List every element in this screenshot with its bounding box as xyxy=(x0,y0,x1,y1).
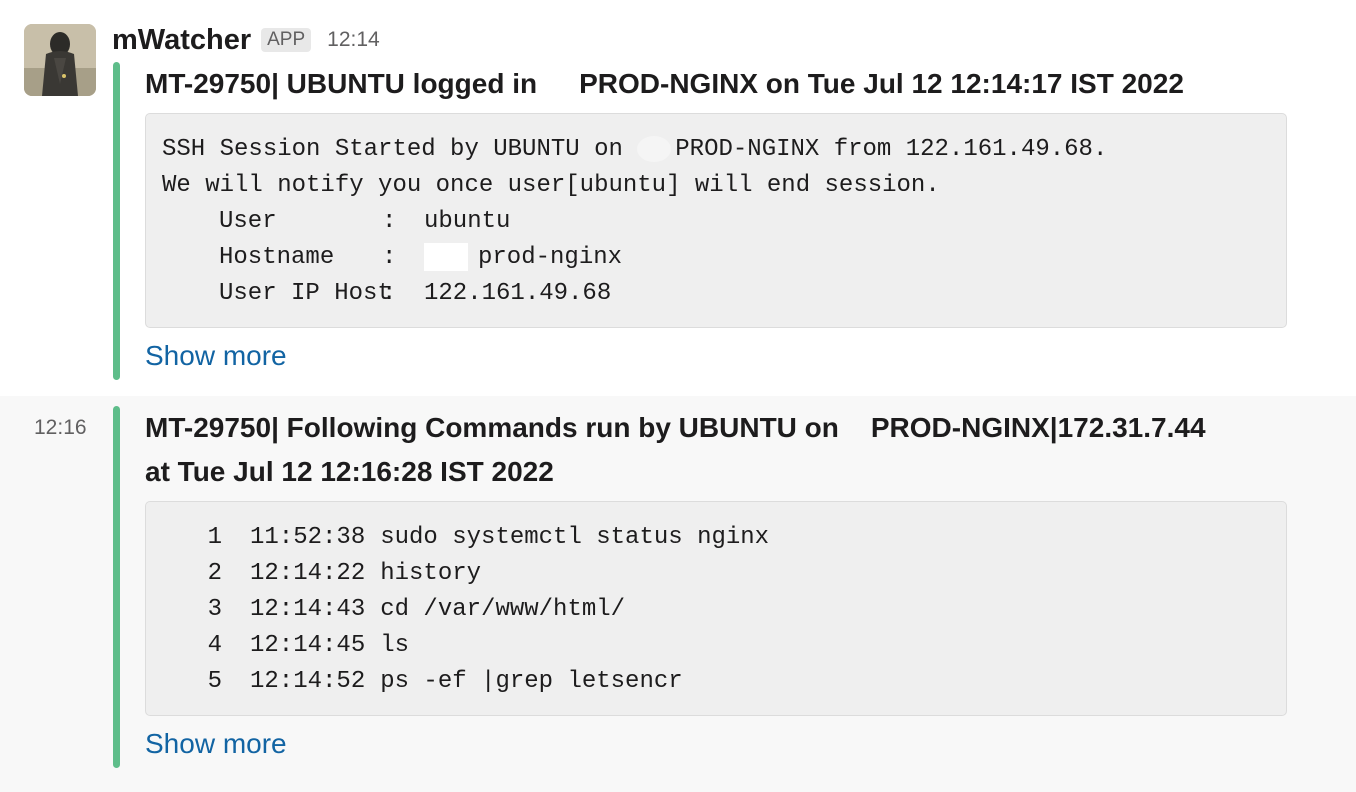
sender-name[interactable]: mWatcher xyxy=(112,24,251,57)
command-row: 1 11:52:38 sudo systemctl status nginx xyxy=(162,520,1286,556)
attachment-title: MT-29750| UBUNTU logged in PROD-NGINX on … xyxy=(145,62,1325,106)
command-text: cd /var/www/html/ xyxy=(380,596,626,623)
message-header: mWatcher APP 12:14 xyxy=(112,20,380,60)
command-time: 12:14:43 xyxy=(250,596,366,623)
attachment-accent-bar xyxy=(113,62,120,380)
command-row: 5 12:14:52 ps -ef |grep letsencr xyxy=(162,664,1286,700)
command-time: 12:14:45 xyxy=(250,632,366,659)
attachment-title-part: PROD-NGINX on Tue Jul 12 12:14:17 IST 20… xyxy=(579,68,1184,99)
code-line: SSH Session Started by UBUNTU on PROD-NG… xyxy=(162,132,1286,168)
message-timestamp[interactable]: 12:14 xyxy=(327,28,380,52)
message-2[interactable]: 12:16 MT-29750| Following Commands run b… xyxy=(0,396,1356,792)
field-separator: : xyxy=(382,280,397,307)
attachment-title: MT-29750| Following Commands run by UBUN… xyxy=(145,406,1325,494)
code-text: SSH Session Started by UBUNTU on xyxy=(162,136,623,163)
command-row: 2 12:14:22 history xyxy=(162,556,1286,592)
show-more-link[interactable]: Show more xyxy=(145,728,287,760)
code-line-user: User: ubuntu xyxy=(162,204,1286,240)
slack-channel-view: mWatcher APP 12:14 MT-29750| UBUNTU logg… xyxy=(0,0,1356,792)
field-key: User IP Host xyxy=(219,280,392,307)
message-timestamp[interactable]: 12:16 xyxy=(34,416,87,440)
attachment-title-part: MT-29750| UBUNTU logged in xyxy=(145,68,538,99)
command-number: 5 xyxy=(207,668,222,695)
command-row: 3 12:14:43 cd /var/www/html/ xyxy=(162,592,1286,628)
code-line-ip: User IP Host: 122.161.49.68 xyxy=(162,276,1286,312)
field-separator: : xyxy=(382,208,397,235)
command-row: 4 12:14:45 ls xyxy=(162,628,1286,664)
avatar-image xyxy=(24,24,96,96)
attachment-title-part: at Tue Jul 12 12:16:28 IST 2022 xyxy=(145,456,554,487)
command-number: 2 xyxy=(207,560,222,587)
code-line: We will notify you once user[ubuntu] wil… xyxy=(162,168,1286,204)
field-separator: : xyxy=(382,244,397,271)
avatar[interactable] xyxy=(24,24,96,96)
attachment-accent-bar xyxy=(113,406,120,768)
message-1[interactable]: mWatcher APP 12:14 MT-29750| UBUNTU logg… xyxy=(0,0,1356,396)
command-number: 4 xyxy=(207,632,222,659)
attachment-title-part: MT-29750| Following Commands run by UBUN… xyxy=(145,412,839,443)
field-value: prod-nginx xyxy=(478,244,623,271)
field-key: User xyxy=(219,208,277,235)
redaction-mark xyxy=(637,135,672,162)
command-number: 3 xyxy=(207,596,222,623)
code-block: 1 11:52:38 sudo systemctl status nginx 2 12… xyxy=(145,501,1287,716)
command-text: sudo systemctl status nginx xyxy=(380,524,770,551)
code-block: SSH Session Started by UBUNTU on PROD-NG… xyxy=(145,113,1287,328)
command-time: 12:14:52 xyxy=(250,668,366,695)
field-value: 122.161.49.68 xyxy=(424,280,612,307)
show-more-link[interactable]: Show more xyxy=(145,340,287,372)
command-text: history xyxy=(380,560,482,587)
field-key: Hostname xyxy=(219,244,335,271)
command-text: ls xyxy=(380,632,410,659)
command-time: 11:52:38 xyxy=(250,524,366,551)
command-time: 12:14:22 xyxy=(250,560,366,587)
app-badge: APP xyxy=(261,28,312,52)
command-number: 1 xyxy=(207,524,222,551)
field-value: ubuntu xyxy=(424,208,511,235)
code-text: We will notify you once user[ubuntu] wil… xyxy=(162,172,940,199)
attachment-title-part: PROD-NGINX|172.31.7.44 xyxy=(870,412,1206,443)
command-text: ps -ef |grep letsencr xyxy=(380,668,683,695)
code-line-hostname: Hostname: prod-nginx xyxy=(162,240,1286,276)
redaction-mark xyxy=(424,242,468,271)
code-text: PROD-NGINX from 122.161.49.68. xyxy=(675,136,1108,163)
